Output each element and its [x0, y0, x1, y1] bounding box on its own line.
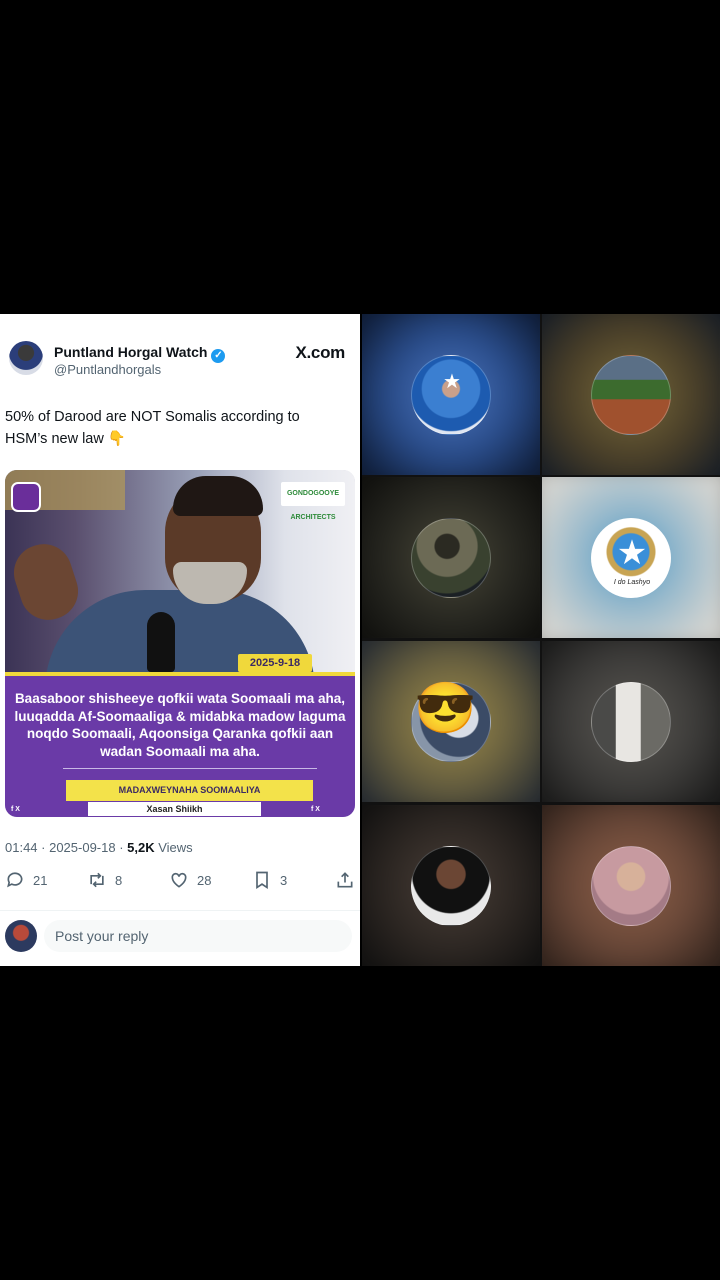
social-icons-right: f X — [311, 806, 320, 813]
name-label: Xasan Shiikh — [88, 802, 261, 816]
divider — [0, 910, 360, 911]
repost-button[interactable]: 8 — [87, 870, 122, 890]
bookmark-count: 3 — [280, 872, 288, 888]
author-handle[interactable]: @Puntlandhorgals — [54, 362, 161, 377]
video-call-screen: Puntland Horgal Watch ✓ @Puntlandhorgals … — [0, 314, 720, 966]
participant-tile[interactable] — [362, 805, 540, 966]
tv-channel-logo — [11, 482, 41, 512]
tweet-meta: 01:44 · 2025-09-18 · 5,2K Views — [5, 840, 193, 855]
tweet-text: 50% of Darood are NOT Somalis according … — [5, 409, 300, 447]
like-button[interactable]: 28 — [169, 870, 211, 890]
participant-tile[interactable] — [542, 314, 720, 475]
reply-input[interactable]: Post your reply — [44, 920, 352, 952]
repost-count: 8 — [115, 872, 123, 888]
tweet-actions: 21 8 28 3 — [5, 870, 355, 890]
repost-icon — [90, 872, 104, 888]
views-label: Views — [154, 840, 193, 855]
title-label: MADAXWEYNAHA SOOMAALIYA — [66, 780, 313, 801]
divider — [63, 768, 317, 769]
soldier-in-water-avatar — [411, 517, 491, 598]
masked-person-somali-flag-avatar: ★ — [411, 354, 491, 435]
microphone-icon — [147, 612, 175, 672]
x-logo: X.com — [295, 343, 345, 362]
reply-avatar — [5, 920, 37, 952]
author-name[interactable]: Puntland Horgal Watch ✓ — [54, 344, 226, 363]
participant-tile[interactable]: ★ — [362, 314, 540, 475]
reply-count: 21 — [33, 872, 48, 888]
views-count: 5,2K — [127, 840, 155, 855]
author-name-text: Puntland Horgal Watch — [54, 344, 208, 360]
share-icon — [337, 872, 353, 888]
sunglasses-emoji-avatar: 😎 — [414, 680, 477, 736]
share-button[interactable] — [335, 870, 360, 890]
speaker-photo: GONDOGOOYE ARCHITECTS 2025-9-18 — [5, 470, 355, 690]
bookmark-icon — [256, 871, 268, 890]
participant-tile[interactable] — [542, 805, 720, 966]
caption-banner: Baasaboor shisheeye qofkii wata Soomaali… — [5, 672, 355, 817]
tweet-media-image[interactable]: GONDOGOOYE ARCHITECTS 2025-9-18 Baasaboo… — [5, 470, 355, 817]
reply-icon — [7, 872, 23, 888]
participant-tile[interactable] — [542, 641, 720, 802]
media-caption: Baasaboor shisheeye qofkii wata Soomaali… — [14, 691, 346, 759]
like-count: 28 — [197, 872, 212, 888]
tweet-time[interactable]: 01:44 · 2025-09-18 · — [5, 840, 127, 855]
participant-tile[interactable] — [362, 477, 540, 638]
village-landscape-avatar — [591, 354, 671, 435]
brand-logo: GONDOGOOYE ARCHITECTS — [281, 482, 345, 521]
shared-tweet-panel: Puntland Horgal Watch ✓ @Puntlandhorgals … — [0, 314, 360, 966]
star-icon: ★ — [443, 370, 461, 393]
somali-flag-emblem-avatar: ★ I do Lashyo — [591, 517, 671, 598]
emblem-ribbon: I do Lashyo — [606, 576, 658, 588]
reply-button[interactable]: 21 — [5, 870, 47, 890]
woman-headscarf-avatar — [591, 845, 671, 926]
media-date: 2025-9-18 — [238, 654, 312, 672]
star-icon: ★ — [616, 533, 648, 572]
social-icons-left: f X — [11, 806, 20, 813]
raised-hand — [6, 536, 86, 628]
heart-icon — [171, 872, 187, 888]
author-avatar[interactable] — [9, 341, 43, 375]
participant-tile[interactable]: 😎 — [362, 641, 540, 802]
man-standing-avatar — [591, 681, 671, 762]
participant-tile[interactable]: ★ I do Lashyo — [542, 477, 720, 638]
bookmark-button[interactable]: 3 — [252, 870, 287, 890]
man-with-sunglasses-avatar — [411, 845, 491, 926]
participant-grid: ★ ★ I do Lashyo 😎 — [362, 314, 720, 966]
verified-badge-icon: ✓ — [211, 349, 226, 363]
